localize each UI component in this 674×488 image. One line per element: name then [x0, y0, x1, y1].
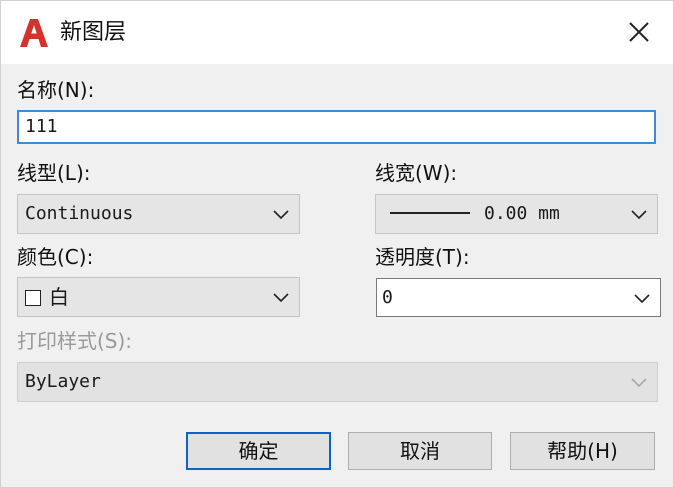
ok-button[interactable]: 确定	[186, 432, 331, 470]
plot-style-label: 打印样式(S):	[17, 329, 133, 353]
window-title: 新图层	[60, 20, 127, 45]
cancel-button[interactable]: 取消	[348, 432, 492, 470]
linetype-value: Continuous	[25, 203, 134, 224]
plot-style-value: ByLayer	[25, 371, 101, 392]
plot-style-select: ByLayer	[17, 362, 658, 402]
linetype-select[interactable]: Continuous	[17, 194, 300, 234]
color-value: 白	[49, 285, 69, 309]
lineweight-line-icon	[390, 212, 470, 214]
close-icon	[629, 22, 649, 42]
chevron-down-icon	[631, 210, 647, 220]
dialog-border	[0, 0, 674, 488]
color-display: 白	[25, 278, 69, 316]
color-select[interactable]: 白	[17, 277, 300, 317]
color-swatch	[25, 290, 41, 306]
help-button[interactable]: 帮助(H)	[510, 432, 655, 470]
chevron-down-icon	[273, 293, 289, 303]
name-input[interactable]: 111	[17, 110, 656, 144]
transparency-select[interactable]: 0	[376, 278, 661, 317]
transparency-label: 透明度(T):	[375, 245, 470, 269]
linetype-label: 线型(L):	[17, 161, 91, 185]
autocad-a-icon	[19, 17, 49, 49]
lineweight-label: 线宽(W):	[375, 161, 458, 185]
lineweight-select[interactable]: 0.00 mm	[375, 194, 658, 234]
close-button[interactable]	[616, 10, 662, 54]
lineweight-value: 0.00 mm	[484, 203, 560, 224]
color-label: 颜色(C):	[17, 245, 94, 269]
transparency-value: 0	[382, 287, 393, 308]
name-label: 名称(N):	[17, 78, 95, 102]
lineweight-display: 0.00 mm	[390, 195, 560, 233]
chevron-down-icon	[631, 378, 647, 388]
new-layer-dialog: 新图层 名称(N): 111 线型(L): Continuous 线宽(W): …	[0, 0, 674, 488]
chevron-down-icon	[273, 210, 289, 220]
title-bar: 新图层	[0, 0, 674, 64]
chevron-down-icon	[634, 294, 650, 304]
